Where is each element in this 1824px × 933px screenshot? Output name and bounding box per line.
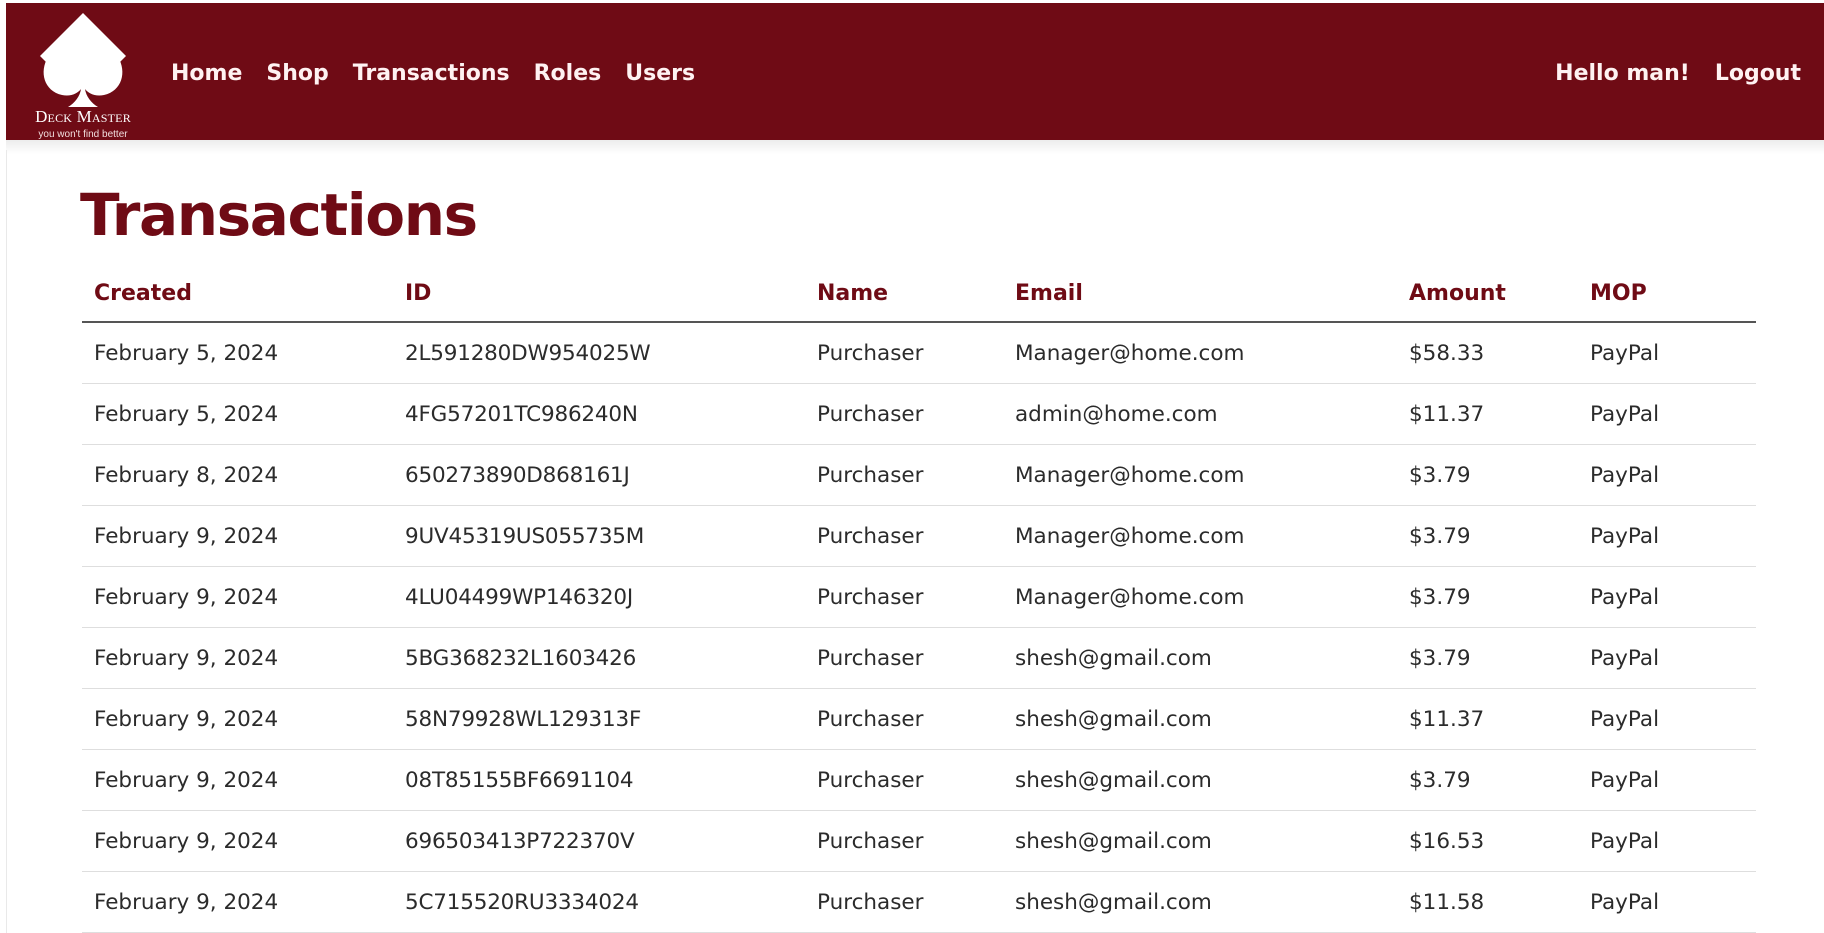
amount-cell: $3.79 bbox=[1397, 444, 1578, 506]
table-row: February 9, 2024 5BG368232L1603426 Purch… bbox=[82, 627, 1756, 689]
column-header-created: Created bbox=[82, 266, 393, 323]
name-cell: Purchaser bbox=[805, 566, 1003, 628]
page-left-border bbox=[6, 150, 7, 933]
table-row: February 9, 2024 08T85155BF6691104 Purch… bbox=[82, 749, 1756, 811]
navbar-shadow bbox=[6, 140, 1824, 154]
nav-home-link[interactable]: Home bbox=[171, 59, 242, 89]
transactions-table: Created ID Name Email Amount MOP Februar… bbox=[82, 266, 1756, 933]
table-header: Created ID Name Email Amount MOP bbox=[82, 266, 1756, 323]
amount-cell: $16.53 bbox=[1397, 810, 1578, 872]
nav-roles-link[interactable]: Roles bbox=[534, 59, 602, 89]
amount-cell: $3.79 bbox=[1397, 627, 1578, 689]
user-greeting: Hello man! bbox=[1555, 61, 1690, 86]
table-header-row: Created ID Name Email Amount MOP bbox=[82, 266, 1756, 323]
brand-logo-link[interactable]: Deck Master you won't find better bbox=[22, 9, 152, 140]
created-cell: February 9, 2024 bbox=[82, 749, 393, 811]
payment-method-cell: PayPal bbox=[1578, 566, 1756, 628]
amount-cell: $11.37 bbox=[1397, 688, 1578, 750]
amount-cell: $3.79 bbox=[1397, 749, 1578, 811]
email-cell: shesh@gmail.com bbox=[1003, 871, 1397, 933]
payment-method-cell: PayPal bbox=[1578, 383, 1756, 445]
column-header-amount: Amount bbox=[1397, 266, 1578, 323]
column-header-mop: MOP bbox=[1578, 266, 1756, 323]
payment-method-cell: PayPal bbox=[1578, 627, 1756, 689]
created-cell: February 9, 2024 bbox=[82, 810, 393, 872]
amount-cell: $3.79 bbox=[1397, 505, 1578, 567]
table-row: February 5, 2024 4FG57201TC986240N Purch… bbox=[82, 383, 1756, 445]
name-cell: Purchaser bbox=[805, 383, 1003, 445]
amount-cell: $3.79 bbox=[1397, 566, 1578, 628]
email-cell: shesh@gmail.com bbox=[1003, 749, 1397, 811]
name-cell: Purchaser bbox=[805, 322, 1003, 384]
email-cell: shesh@gmail.com bbox=[1003, 627, 1397, 689]
email-cell: Manager@home.com bbox=[1003, 322, 1397, 384]
table-row: February 9, 2024 5C715520RU3334024 Purch… bbox=[82, 871, 1756, 933]
name-cell: Purchaser bbox=[805, 871, 1003, 933]
column-header-name: Name bbox=[805, 266, 1003, 323]
payment-method-cell: PayPal bbox=[1578, 444, 1756, 506]
transaction-id-cell: 4LU04499WP146320J bbox=[393, 566, 805, 628]
email-cell: Manager@home.com bbox=[1003, 566, 1397, 628]
created-cell: February 5, 2024 bbox=[82, 322, 393, 384]
table-row: February 9, 2024 58N79928WL129313F Purch… bbox=[82, 688, 1756, 750]
name-cell: Purchaser bbox=[805, 505, 1003, 567]
brand-tagline: you won't find better bbox=[38, 129, 128, 140]
logout-link[interactable]: Logout bbox=[1715, 59, 1801, 89]
top-navbar: Deck Master you won't find better Home S… bbox=[6, 3, 1824, 141]
payment-method-cell: PayPal bbox=[1578, 505, 1756, 567]
created-cell: February 9, 2024 bbox=[82, 688, 393, 750]
transactions-table-container: Created ID Name Email Amount MOP Februar… bbox=[82, 266, 1756, 933]
amount-cell: $11.37 bbox=[1397, 383, 1578, 445]
nav-transactions-link[interactable]: Transactions bbox=[353, 59, 510, 89]
payment-method-cell: PayPal bbox=[1578, 688, 1756, 750]
table-row: February 5, 2024 2L591280DW954025W Purch… bbox=[82, 322, 1756, 384]
created-cell: February 9, 2024 bbox=[82, 871, 393, 933]
nav-users-link[interactable]: Users bbox=[625, 59, 695, 89]
email-cell: shesh@gmail.com bbox=[1003, 688, 1397, 750]
created-cell: February 9, 2024 bbox=[82, 505, 393, 567]
name-cell: Purchaser bbox=[805, 749, 1003, 811]
column-header-email: Email bbox=[1003, 266, 1397, 323]
payment-method-cell: PayPal bbox=[1578, 871, 1756, 933]
name-cell: Purchaser bbox=[805, 444, 1003, 506]
created-cell: February 9, 2024 bbox=[82, 566, 393, 628]
payment-method-cell: PayPal bbox=[1578, 322, 1756, 384]
name-cell: Purchaser bbox=[805, 627, 1003, 689]
nav-shop-link[interactable]: Shop bbox=[266, 59, 328, 89]
table-row: February 9, 2024 696503413P722370V Purch… bbox=[82, 810, 1756, 872]
created-cell: February 9, 2024 bbox=[82, 627, 393, 689]
amount-cell: $58.33 bbox=[1397, 322, 1578, 384]
transaction-id-cell: 08T85155BF6691104 bbox=[393, 749, 805, 811]
name-cell: Purchaser bbox=[805, 688, 1003, 750]
transaction-id-cell: 696503413P722370V bbox=[393, 810, 805, 872]
spade-icon bbox=[40, 13, 126, 107]
user-navigation: Hello man! Logout bbox=[1555, 59, 1801, 89]
transaction-id-cell: 650273890D868161J bbox=[393, 444, 805, 506]
brand-name: Deck Master bbox=[35, 107, 131, 126]
transaction-id-cell: 5BG368232L1603426 bbox=[393, 627, 805, 689]
transaction-id-cell: 2L591280DW954025W bbox=[393, 322, 805, 384]
created-cell: February 5, 2024 bbox=[82, 383, 393, 445]
table-body: February 5, 2024 2L591280DW954025W Purch… bbox=[82, 322, 1756, 933]
column-header-id: ID bbox=[393, 266, 805, 323]
transaction-id-cell: 5C715520RU3334024 bbox=[393, 871, 805, 933]
name-cell: Purchaser bbox=[805, 810, 1003, 872]
table-row: February 9, 2024 4LU04499WP146320J Purch… bbox=[82, 566, 1756, 628]
table-row: February 8, 2024 650273890D868161J Purch… bbox=[82, 444, 1756, 506]
page: Deck Master you won't find better Home S… bbox=[0, 0, 1824, 933]
email-cell: admin@home.com bbox=[1003, 383, 1397, 445]
payment-method-cell: PayPal bbox=[1578, 749, 1756, 811]
payment-method-cell: PayPal bbox=[1578, 810, 1756, 872]
transaction-id-cell: 58N79928WL129313F bbox=[393, 688, 805, 750]
table-row: February 9, 2024 9UV45319US055735M Purch… bbox=[82, 505, 1756, 567]
amount-cell: $11.58 bbox=[1397, 871, 1578, 933]
transaction-id-cell: 9UV45319US055735M bbox=[393, 505, 805, 567]
email-cell: shesh@gmail.com bbox=[1003, 810, 1397, 872]
transaction-id-cell: 4FG57201TC986240N bbox=[393, 383, 805, 445]
created-cell: February 8, 2024 bbox=[82, 444, 393, 506]
page-title: Transactions bbox=[80, 181, 478, 249]
primary-navigation: Home Shop Transactions Roles Users bbox=[171, 59, 695, 89]
email-cell: Manager@home.com bbox=[1003, 505, 1397, 567]
email-cell: Manager@home.com bbox=[1003, 444, 1397, 506]
